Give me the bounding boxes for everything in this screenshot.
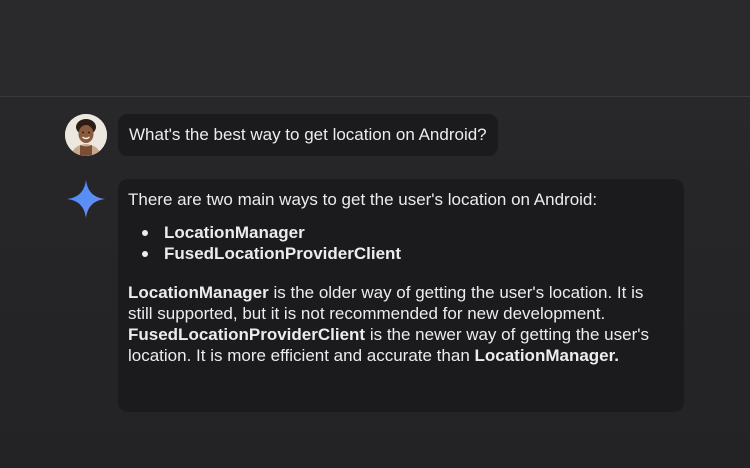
term-fused-client: FusedLocationProviderClient (128, 325, 366, 344)
ai-response-paragraph: LocationManager is the older way of gett… (128, 282, 672, 366)
ai-response-list: LocationManager FusedLocationProviderCli… (128, 222, 672, 264)
term-location-manager: LocationManager (128, 283, 269, 302)
top-bar (0, 0, 750, 96)
term-location-manager-final: LocationManager. (474, 346, 620, 365)
user-message-text: What's the best way to get location on A… (129, 125, 487, 144)
ai-response-bubble: There are two main ways to get the user'… (118, 179, 684, 412)
list-item: LocationManager (142, 222, 672, 243)
sparkle-icon (65, 178, 107, 220)
user-message-bubble: What's the best way to get location on A… (118, 114, 498, 156)
user-avatar (65, 114, 107, 156)
list-item: FusedLocationProviderClient (142, 243, 672, 264)
top-divider (0, 96, 750, 97)
chat-page: What's the best way to get location on A… (0, 0, 750, 468)
ai-response-intro: There are two main ways to get the user'… (128, 190, 598, 209)
